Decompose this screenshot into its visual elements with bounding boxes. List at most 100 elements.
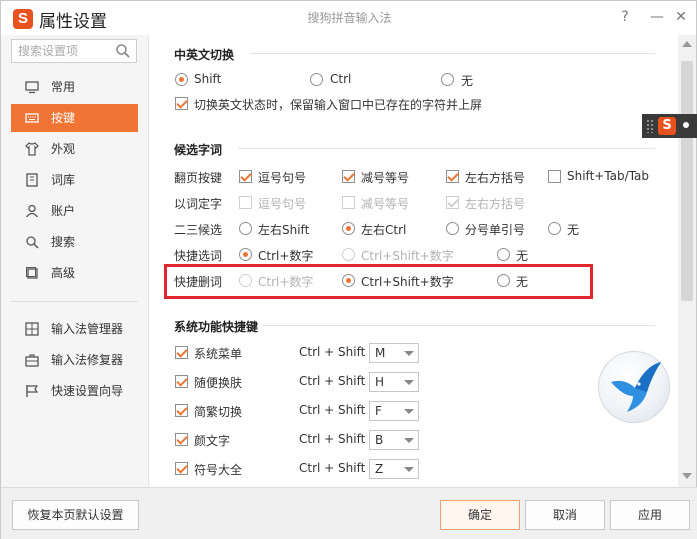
grid-icon (25, 322, 39, 336)
quick-select-label: 快捷选词 (174, 249, 223, 263)
window-caption: 搜狗拼音输入法 (307, 11, 392, 25)
ok-button[interactable]: 确定 (440, 500, 520, 530)
quick-delete-radio-ctrl-shift[interactable] (342, 274, 355, 287)
shortcut-simplified-traditional-checkbox[interactable] (175, 404, 188, 417)
sidebar-divider (11, 301, 138, 302)
content-scrollbar[interactable] (678, 35, 696, 487)
second-third-radio-ctrl[interactable] (342, 222, 355, 235)
sidebar-item-quick-setup[interactable]: 快速设置向导 (11, 377, 138, 405)
quick-delete-label: 快捷删词 (174, 275, 223, 289)
sidebar-item-account[interactable]: 账户 (11, 197, 138, 225)
chevron-down-icon (404, 438, 414, 443)
title-bar: S 属性设置 搜狗拼音输入法 ? — ✕ (1, 1, 697, 35)
close-button[interactable]: ✕ (670, 7, 692, 27)
drag-handle-icon[interactable] (646, 119, 654, 133)
word-to-char-comma-checkbox[interactable] (239, 196, 252, 209)
ime-status-bar[interactable]: S (642, 114, 697, 138)
keyboard-icon (25, 113, 39, 123)
page-keys-comma-checkbox[interactable] (239, 170, 252, 183)
quick-delete-label-ctrl: Ctrl+数字 (258, 275, 314, 289)
quick-delete-radio-none[interactable] (497, 274, 510, 287)
quick-delete-radio-ctrl[interactable] (239, 274, 252, 287)
sidebar-item-label: 输入法修复器 (51, 353, 124, 367)
status-dot-icon (683, 122, 689, 128)
sidebar-item-label: 高级 (51, 266, 76, 280)
shortcut-symbols-label: 符号大全 (194, 463, 243, 477)
section-divider (250, 53, 655, 54)
sidebar-item-appearance[interactable]: 外观 (11, 135, 138, 163)
shortcut-prefix: Ctrl + Shift + (299, 374, 380, 388)
user-icon (25, 204, 39, 218)
section-divider (238, 148, 655, 149)
shortcut-simplified-traditional-label: 简繁切换 (194, 405, 243, 419)
sidebar-item-search[interactable]: 搜索 (11, 228, 138, 256)
bird-icon (611, 362, 661, 412)
sidebar-item-label: 快速设置向导 (51, 384, 124, 398)
second-third-label-shift: 左右Shift (258, 223, 310, 237)
quick-select-radio-none[interactable] (497, 248, 510, 261)
shortcut-emoticon-label: 颜文字 (194, 434, 231, 448)
scroll-down-arrow-icon[interactable] (682, 473, 692, 479)
word-to-char-label: 以词定字 (174, 197, 223, 211)
shortcut-skin-key-select[interactable]: H (369, 372, 419, 392)
scroll-up-arrow-icon[interactable] (682, 41, 692, 47)
help-button[interactable]: ? (614, 7, 636, 27)
quick-select-label-none: 无 (516, 249, 529, 263)
footer-bar: 恢复本页默认设置 确定 取消 应用 (1, 487, 697, 539)
shortcut-emoticon-checkbox[interactable] (175, 433, 188, 446)
commit-on-switch-label: 切换英文状态时，保留输入窗口中已存在的字符并上屏 (194, 98, 483, 112)
commit-on-switch-checkbox[interactable] (175, 97, 188, 110)
scrollbar-thumb[interactable] (681, 61, 693, 301)
search-input[interactable] (18, 43, 114, 59)
shortcut-skin-checkbox[interactable] (175, 375, 188, 388)
second-third-radio-none[interactable] (548, 222, 561, 235)
select-value: H (375, 375, 385, 389)
page-keys-tab-checkbox[interactable] (548, 170, 561, 183)
page-keys-bracket-checkbox[interactable] (446, 170, 459, 183)
shortcut-system-menu-key-select[interactable]: M (369, 343, 419, 363)
sidebar-item-ime-repair[interactable]: 输入法修复器 (11, 346, 138, 374)
quick-select-radio-ctrl-shift[interactable] (342, 248, 355, 261)
sidebar-item-label: 外观 (51, 142, 76, 156)
sidebar-item-label: 常用 (51, 80, 76, 94)
sidebar-item-keys[interactable]: 按键 (11, 104, 138, 132)
quick-select-label-ctrl-shift: Ctrl+Shift+数字 (361, 249, 454, 263)
shortcut-symbols-key-select[interactable]: Z (369, 459, 419, 479)
sidebar-item-label: 搜索 (51, 235, 76, 249)
word-to-char-bracket-checkbox[interactable] (446, 196, 459, 209)
sogou-status-icon[interactable]: S (658, 117, 676, 135)
switch-radio-shift[interactable] (175, 73, 188, 86)
sidebar-item-common[interactable]: 常用 (11, 73, 138, 101)
second-third-radio-semicolon[interactable] (446, 222, 459, 235)
page-keys-minus-checkbox[interactable] (342, 170, 355, 183)
second-third-label-ctrl: 左右Ctrl (361, 223, 407, 237)
switch-radio-ctrl[interactable] (310, 73, 323, 86)
sidebar-item-advanced[interactable]: 高级 (11, 259, 138, 287)
chevron-down-icon (404, 409, 414, 414)
minimize-button[interactable]: — (646, 7, 668, 27)
toolbox-icon (25, 354, 39, 367)
page-keys-minus-label: 减号等号 (361, 171, 410, 185)
shortcut-simplified-traditional-key-select[interactable]: F (369, 401, 419, 421)
second-third-radio-shift[interactable] (239, 222, 252, 235)
settings-window: S 属性设置 搜狗拼音输入法 ? — ✕ 常用 按键 外观 词库 (0, 0, 697, 539)
sidebar-item-ime-manager[interactable]: 输入法管理器 (11, 315, 138, 343)
sidebar-item-dictionary[interactable]: 词库 (11, 166, 138, 194)
quick-select-radio-ctrl[interactable] (239, 248, 252, 261)
cancel-button[interactable]: 取消 (525, 500, 605, 530)
switch-radio-none[interactable] (441, 73, 454, 86)
shortcut-prefix: Ctrl + Shift + (299, 461, 380, 475)
page-keys-label: 翻页按键 (174, 171, 223, 185)
shortcut-prefix: Ctrl + Shift + (299, 432, 380, 446)
search-icon[interactable] (115, 43, 131, 59)
apply-button[interactable]: 应用 (610, 500, 690, 530)
section-title-shortcuts: 系统功能快捷键 (174, 320, 259, 334)
word-to-char-minus-checkbox[interactable] (342, 196, 355, 209)
search-icon (26, 236, 39, 249)
settings-search (11, 39, 137, 63)
shortcut-symbols-checkbox[interactable] (175, 462, 188, 475)
restore-defaults-button[interactable]: 恢复本页默认设置 (12, 500, 139, 530)
shortcut-emoticon-key-select[interactable]: B (369, 430, 419, 450)
sidebar: 常用 按键 外观 词库 账户 搜索 高级 输入法管理器 (1, 35, 149, 487)
shortcut-system-menu-checkbox[interactable] (175, 346, 188, 359)
